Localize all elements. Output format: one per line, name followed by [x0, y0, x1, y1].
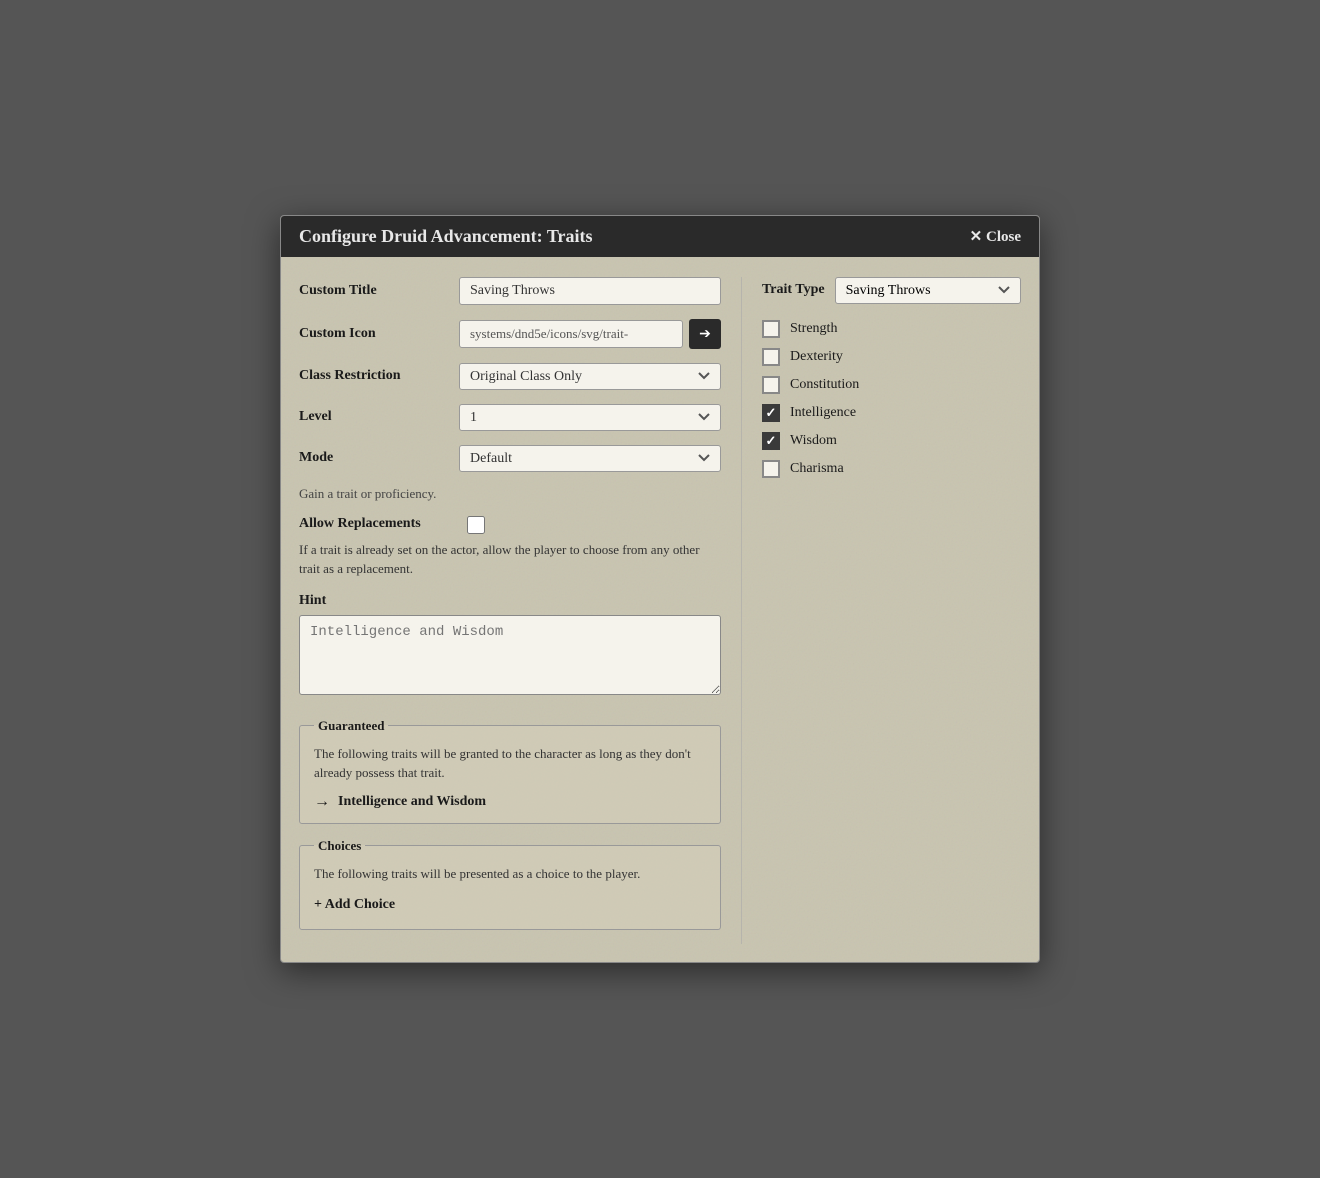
intelligence-label: Intelligence [790, 405, 856, 421]
ability-item-dexterity: Dexterity [762, 348, 1021, 366]
ability-item-strength: Strength [762, 320, 1021, 338]
ability-item-charisma: Charisma [762, 460, 1021, 478]
ability-item-constitution: Constitution [762, 376, 1021, 394]
charisma-label: Charisma [790, 461, 844, 477]
arrow-icon: → [314, 793, 330, 811]
custom-title-label: Custom Title [299, 283, 459, 299]
dexterity-label: Dexterity [790, 349, 843, 365]
choices-desc: The following traits will be presented a… [314, 864, 706, 884]
file-import-icon: ➔ [699, 325, 711, 342]
class-restriction-row: Class Restriction Original Class Only An… [299, 363, 721, 390]
level-label: Level [299, 409, 459, 425]
dexterity-checkbox[interactable] [762, 348, 780, 366]
trait-type-row: Trait Type Saving Throws Skills Language… [762, 277, 1021, 304]
icon-row: ➔ [459, 319, 721, 349]
modal-body: Custom Title Custom Icon ➔ Class Restric… [281, 257, 1039, 963]
ability-list: Strength Dexterity Constitution Intellig… [762, 320, 1021, 478]
ability-item-wisdom: Wisdom [762, 432, 1021, 450]
wisdom-label: Wisdom [790, 433, 837, 449]
right-panel: Trait Type Saving Throws Skills Language… [741, 277, 1021, 945]
hint-textarea[interactable] [299, 615, 721, 695]
custom-icon-row: Custom Icon ➔ [299, 319, 721, 349]
choices-fieldset: Choices The following traits will be pre… [299, 838, 721, 931]
allow-replacements-desc: If a trait is already set on the actor, … [299, 540, 721, 579]
guaranteed-legend: Guaranteed [314, 718, 388, 734]
trait-type-label: Trait Type [762, 282, 825, 298]
custom-title-row: Custom Title [299, 277, 721, 305]
intelligence-checkbox[interactable] [762, 404, 780, 422]
modal-container: Configure Druid Advancement: Traits ✕ Cl… [280, 215, 1040, 964]
mode-label: Mode [299, 450, 459, 466]
strength-checkbox[interactable] [762, 320, 780, 338]
add-choice-button[interactable]: + Add Choice [314, 893, 395, 917]
mode-select[interactable]: Default Upgrade Override [459, 445, 721, 472]
left-panel: Custom Title Custom Icon ➔ Class Restric… [299, 277, 741, 945]
strength-label: Strength [790, 321, 837, 337]
icon-browse-button[interactable]: ➔ [689, 319, 721, 349]
guaranteed-fieldset: Guaranteed The following traits will be … [299, 718, 721, 824]
choices-legend: Choices [314, 838, 365, 854]
constitution-label: Constitution [790, 377, 859, 393]
allow-replacements-label: Allow Replacements [299, 516, 459, 532]
level-select[interactable]: 1 2 3 [459, 404, 721, 431]
class-restriction-select[interactable]: Original Class Only Any Multiclass Only [459, 363, 721, 390]
guaranteed-item: → Intelligence and Wisdom [314, 793, 706, 811]
gain-hint-text: Gain a trait or proficiency. [299, 486, 721, 502]
modal-header: Configure Druid Advancement: Traits ✕ Cl… [281, 216, 1039, 257]
custom-title-input[interactable] [459, 277, 721, 305]
hint-label: Hint [299, 593, 721, 609]
close-button[interactable]: ✕ Close [970, 227, 1021, 246]
ability-item-intelligence: Intelligence [762, 404, 1021, 422]
wisdom-checkbox[interactable] [762, 432, 780, 450]
trait-type-select[interactable]: Saving Throws Skills Languages Tool Prof… [835, 277, 1021, 304]
guaranteed-desc: The following traits will be granted to … [314, 744, 706, 783]
constitution-checkbox[interactable] [762, 376, 780, 394]
allow-replacements-checkbox[interactable] [467, 516, 485, 534]
custom-icon-label: Custom Icon [299, 326, 459, 342]
modal-title: Configure Druid Advancement: Traits [299, 226, 593, 247]
guaranteed-item-label: Intelligence and Wisdom [338, 794, 486, 810]
class-restriction-label: Class Restriction [299, 368, 459, 384]
charisma-checkbox[interactable] [762, 460, 780, 478]
mode-row: Mode Default Upgrade Override [299, 445, 721, 472]
level-row: Level 1 2 3 [299, 404, 721, 431]
allow-replacements-row: Allow Replacements [299, 516, 721, 534]
custom-icon-input[interactable] [459, 320, 683, 348]
